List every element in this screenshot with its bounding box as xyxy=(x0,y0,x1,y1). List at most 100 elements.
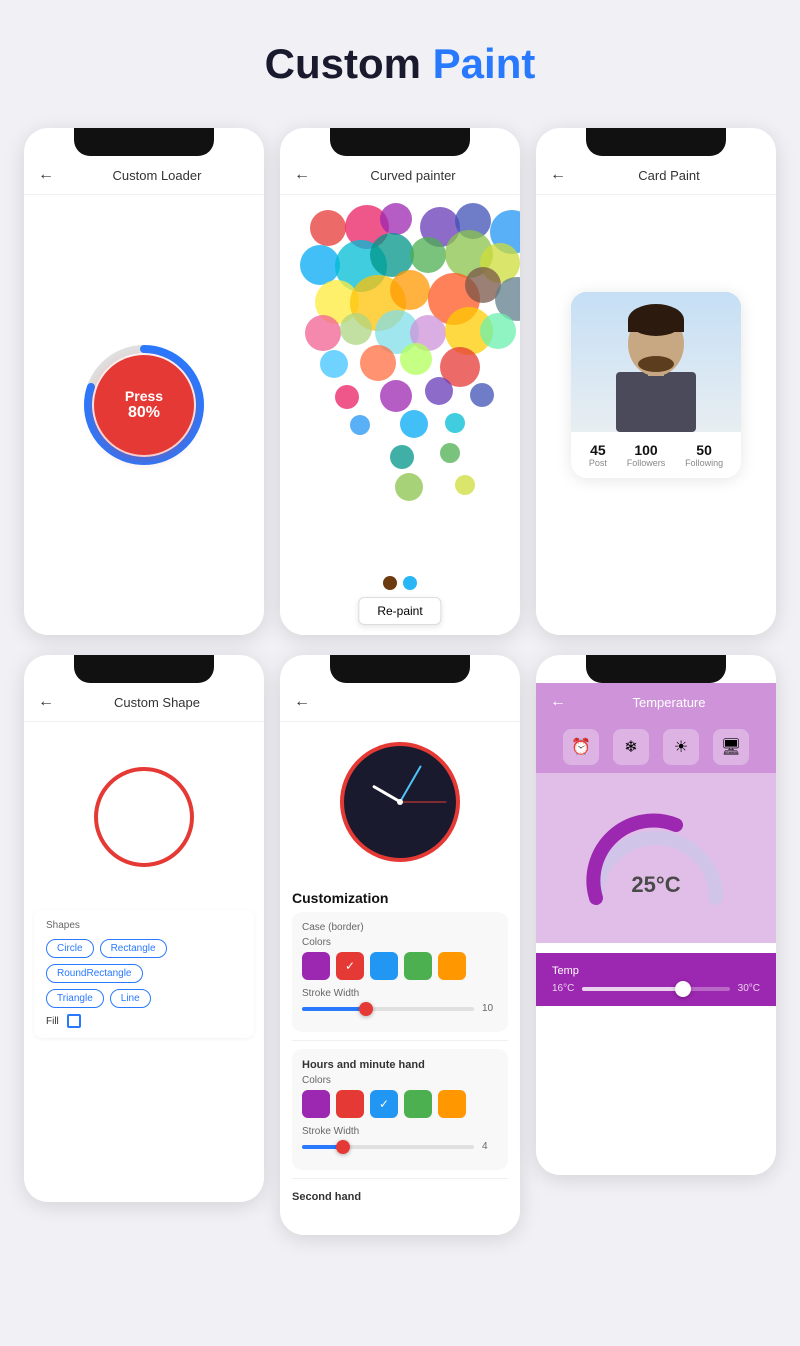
stroke-slider-case: 10 xyxy=(302,1003,498,1014)
profile-card: 45 Post 100 Followers 50 Following xyxy=(571,292,741,478)
color-orange-h[interactable] xyxy=(438,1090,466,1118)
custom-loader-phone: ← Custom Loader Press 80% xyxy=(24,128,264,635)
slider-fill-hours xyxy=(302,1145,340,1149)
slider-thumb-hours[interactable] xyxy=(336,1140,350,1154)
color-green-h[interactable] xyxy=(404,1090,432,1118)
row2: ← Custom Shape Shapes Circle Rectangle R… xyxy=(20,655,780,1235)
shape-btn-line[interactable]: Line xyxy=(110,989,151,1008)
temp-slider-fill xyxy=(582,987,678,991)
temp-min: 16°C xyxy=(552,983,574,994)
shape-content: Shapes Circle Rectangle RoundRectangle T… xyxy=(24,722,264,1202)
loader-content: Press 80% xyxy=(24,195,264,615)
color-green[interactable] xyxy=(404,952,432,980)
stroke-label-case: Stroke Width xyxy=(302,988,498,999)
section-divider2 xyxy=(292,1178,508,1179)
phone-notch xyxy=(586,655,726,683)
minute-hand xyxy=(399,765,422,802)
temp-slider-thumb[interactable] xyxy=(675,981,691,997)
case-section: Case (border) Colors ✓ Stroke Width xyxy=(292,912,508,1032)
stroke-value2: 4 xyxy=(482,1141,498,1152)
color-orange[interactable] xyxy=(438,952,466,980)
page-title: Custom Paint xyxy=(20,40,780,88)
slider-thumb-case[interactable] xyxy=(359,1002,373,1016)
clock-content: Customization Case (border) Colors ✓ Str… xyxy=(280,722,520,1223)
temp-gauge: 25°C xyxy=(576,803,736,903)
temp-slider-track[interactable] xyxy=(582,987,729,991)
press-button[interactable]: Press 80% xyxy=(94,355,194,455)
fill-checkbox[interactable] xyxy=(67,1014,81,1028)
temp-display-value: 25°C xyxy=(631,872,680,898)
temp-slider-row: 16°C 30°C xyxy=(552,983,760,994)
colors-row-hours: ✓ xyxy=(302,1090,498,1118)
back-arrow-icon[interactable]: ← xyxy=(38,166,54,184)
stat-following: 50 Following xyxy=(685,442,723,468)
color-blue-h[interactable]: ✓ xyxy=(370,1090,398,1118)
shapes-section: Shapes Circle Rectangle RoundRectangle T… xyxy=(34,910,254,1038)
row1: ← Custom Loader Press 80% ← Curve xyxy=(20,128,780,635)
shape-buttons-row1: Circle Rectangle RoundRectangle xyxy=(46,939,242,983)
shape-circle-display xyxy=(94,767,194,867)
card-paint-phone: ← Card Paint xyxy=(536,128,776,635)
temp-header: ← Temperature xyxy=(536,683,776,721)
profile-image xyxy=(571,292,741,432)
timer-icon[interactable]: ⏰ xyxy=(563,729,599,765)
color-purple-h[interactable] xyxy=(302,1090,330,1118)
color-purple[interactable] xyxy=(302,952,330,980)
snowflake-icon[interactable]: ❄ xyxy=(613,729,649,765)
custom-loader-title: Custom Loader xyxy=(64,168,250,183)
temp-max: 30°C xyxy=(738,983,760,994)
second-hand xyxy=(400,802,446,803)
color-red[interactable]: ✓ xyxy=(336,952,364,980)
back-arrow-icon[interactable]: ← xyxy=(38,693,54,711)
profile-illustration xyxy=(571,292,741,432)
clock-header: ← xyxy=(280,683,520,722)
stroke-slider-hours: 4 xyxy=(302,1141,498,1152)
phone-notch xyxy=(74,128,214,156)
stat-followers: 100 Followers xyxy=(627,442,666,468)
section-divider xyxy=(292,1040,508,1041)
custom-shape-header: ← Custom Shape xyxy=(24,683,264,722)
color-blue[interactable] xyxy=(370,952,398,980)
hours-section-label: Hours and minute hand xyxy=(302,1059,498,1071)
temp-slider-section: Temp 16°C 30°C xyxy=(536,953,776,1006)
colors-row-case: ✓ xyxy=(302,952,498,980)
back-arrow-icon[interactable]: ← xyxy=(550,693,566,711)
curved-painter-content: Re-paint xyxy=(280,195,520,635)
fill-label: Fill xyxy=(46,1016,59,1027)
temperature-phone: ← Temperature ⏰ ❄ ☀ 🖥 25°C Temp xyxy=(536,655,776,1175)
card-paint-content: 45 Post 100 Followers 50 Following xyxy=(536,195,776,575)
colors-label-hours: Colors xyxy=(302,1075,498,1086)
back-arrow-icon[interactable]: ← xyxy=(550,166,566,184)
screen-icon[interactable]: 🖥 xyxy=(713,729,749,765)
clock-face xyxy=(340,742,460,862)
temp-icons-row: ⏰ ❄ ☀ 🖥 xyxy=(536,721,776,773)
shape-btn-roundrectangle[interactable]: RoundRectangle xyxy=(46,964,143,983)
slider-track-hours[interactable] xyxy=(302,1145,474,1149)
temp-title: Temperature xyxy=(576,695,762,710)
clock-display xyxy=(292,722,508,882)
slider-track-case[interactable] xyxy=(302,1007,474,1011)
shape-btn-rectangle[interactable]: Rectangle xyxy=(100,939,167,958)
back-arrow-icon[interactable]: ← xyxy=(294,166,310,184)
back-arrow-icon[interactable]: ← xyxy=(294,693,310,711)
color-red-h[interactable] xyxy=(336,1090,364,1118)
temp-slider-label: Temp xyxy=(552,965,760,977)
phone-notch xyxy=(330,128,470,156)
sun-icon[interactable]: ☀ xyxy=(663,729,699,765)
repaint-button[interactable]: Re-paint xyxy=(358,597,441,625)
shape-btn-circle[interactable]: Circle xyxy=(46,939,94,958)
colors-label-case: Colors xyxy=(302,937,498,948)
shape-buttons-row2: Triangle Line xyxy=(46,989,242,1008)
stat-posts: 45 Post xyxy=(589,442,607,468)
card-paint-header: ← Card Paint xyxy=(536,156,776,195)
shape-btn-triangle[interactable]: Triangle xyxy=(46,989,104,1008)
customization-title: Customization xyxy=(292,890,508,906)
phone-notch xyxy=(586,128,726,156)
curved-painter-header: ← Curved painter xyxy=(280,156,520,195)
clock-phone: ← Customization Case (border) Colors ✓ xyxy=(280,655,520,1235)
phone-notch xyxy=(330,655,470,683)
curved-painter-phone: ← Curved painter Re-paint xyxy=(280,128,520,635)
second-section-label: Second hand xyxy=(292,1187,508,1207)
stroke-value1: 10 xyxy=(482,1003,498,1014)
custom-shape-title: Custom Shape xyxy=(64,695,250,710)
